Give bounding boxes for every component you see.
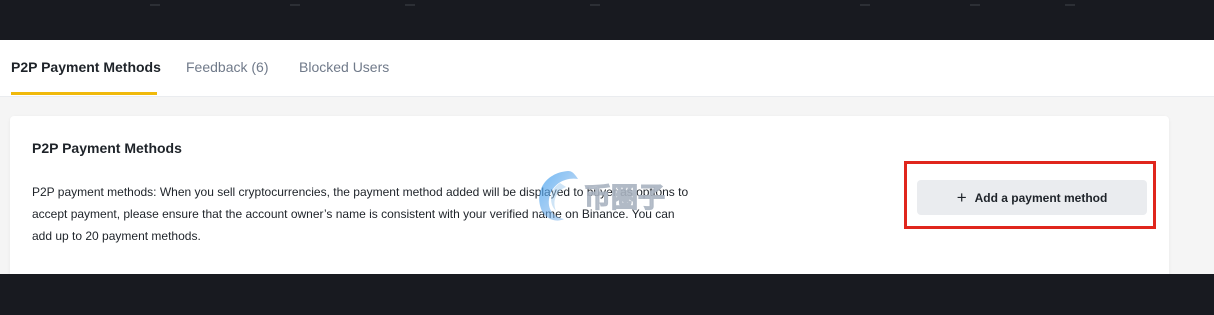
add-button-label: Add a payment method — [974, 190, 1108, 205]
tab-blocked-users[interactable]: Blocked Users — [299, 59, 389, 76]
tab-bar: P2P Payment Methods Feedback (6) Blocked… — [0, 40, 1214, 97]
cropped-text-fragment — [860, 0, 870, 6]
payment-methods-card: P2P Payment Methods P2P payment methods:… — [10, 116, 1169, 274]
cropped-text-fragment — [590, 0, 600, 6]
page-content: P2P Payment Methods Feedback (6) Blocked… — [0, 40, 1214, 274]
top-dark-bar — [0, 0, 1214, 40]
plus-icon: + — [956, 188, 967, 207]
add-payment-method-button[interactable]: + Add a payment method — [917, 180, 1147, 215]
cropped-text-fragment — [150, 0, 160, 6]
card-description: P2P payment methods: When you sell crypt… — [32, 185, 689, 243]
bottom-dark-bar — [0, 274, 1214, 315]
cropped-text-fragment — [405, 0, 415, 6]
cropped-text-fragment — [970, 0, 980, 6]
tab-p2p-payment-methods[interactable]: P2P Payment Methods — [11, 59, 161, 76]
card-title: P2P Payment Methods — [32, 140, 182, 156]
active-tab-indicator — [11, 92, 157, 95]
cropped-text-fragment — [1065, 0, 1075, 6]
cropped-text-fragment — [290, 0, 300, 6]
tab-feedback[interactable]: Feedback (6) — [186, 59, 268, 76]
